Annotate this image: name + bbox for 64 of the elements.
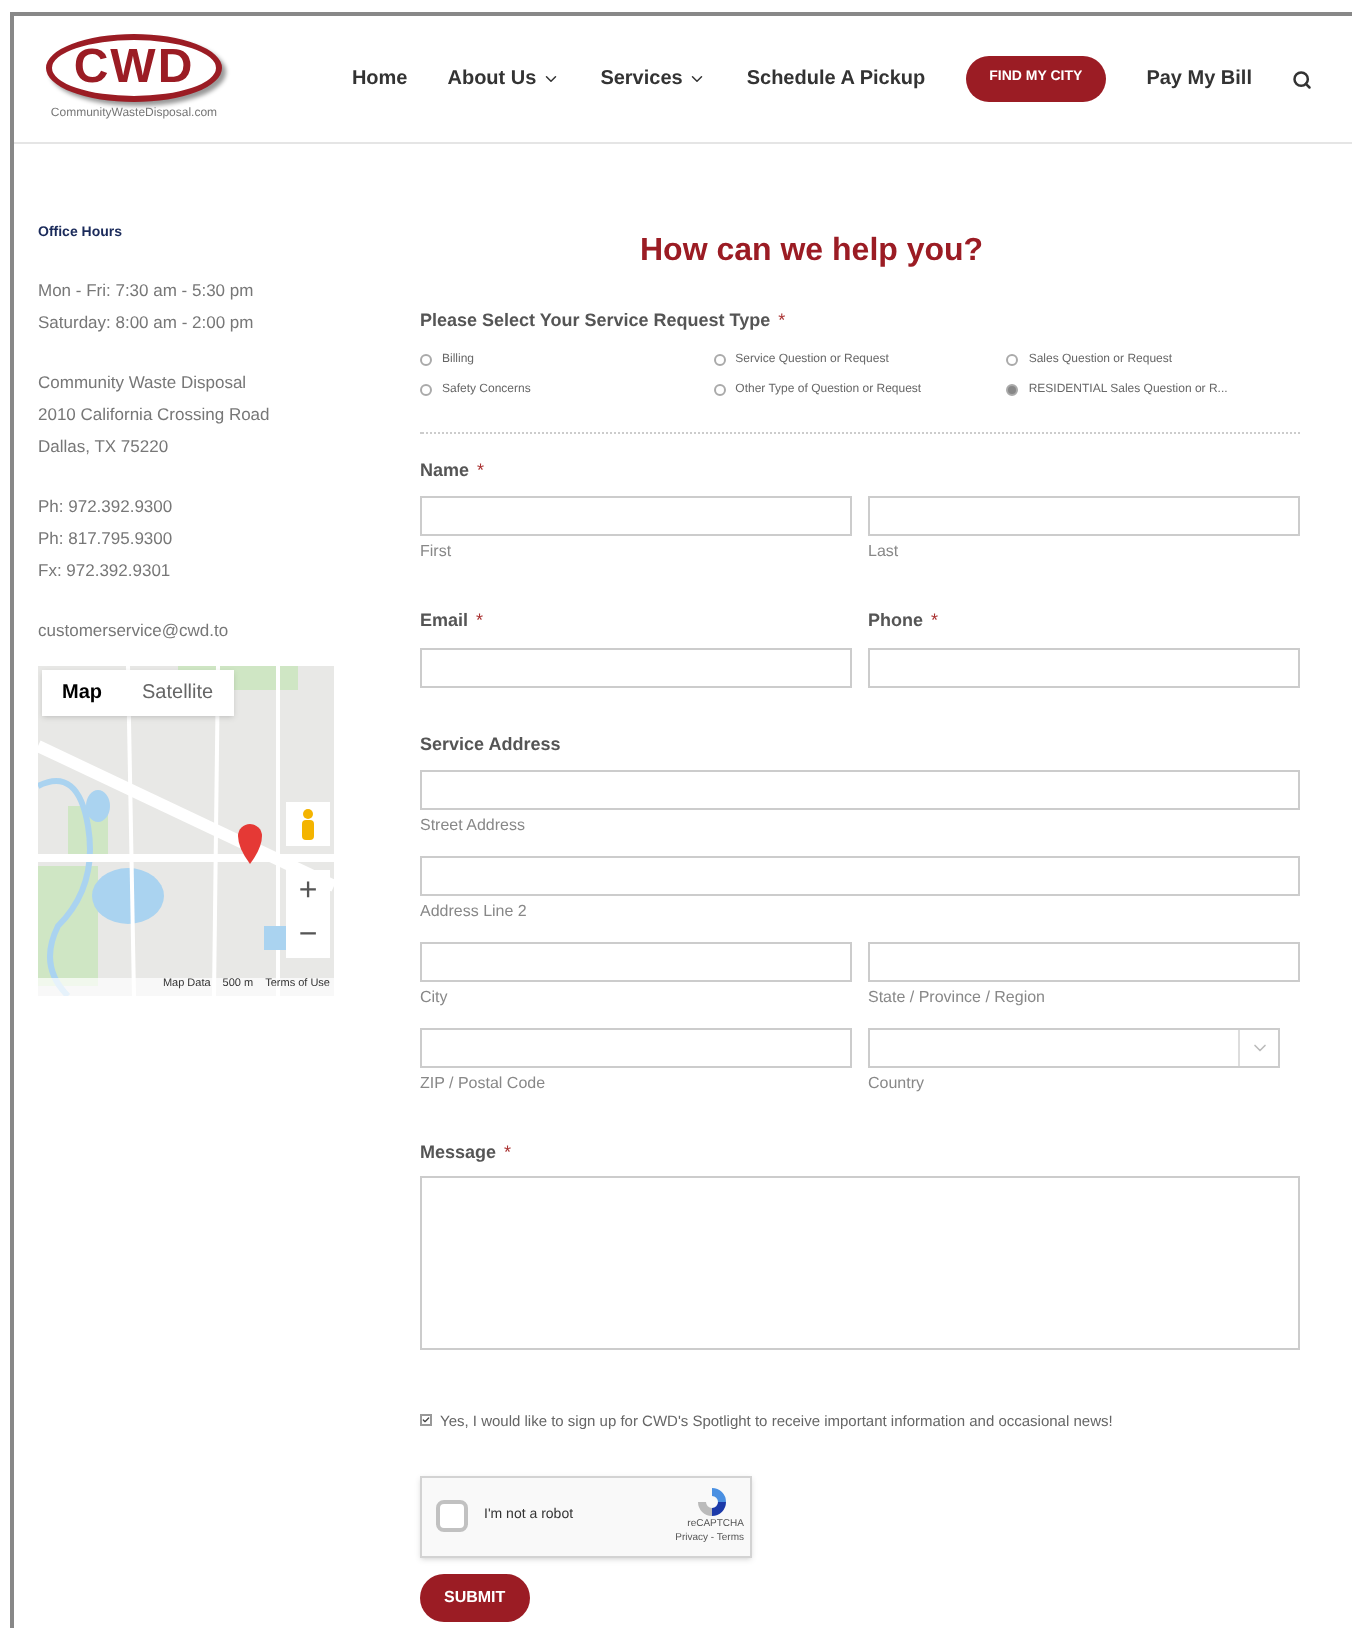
required-mark: * bbox=[778, 308, 786, 334]
required-mark: * bbox=[504, 1140, 512, 1166]
nav-link[interactable]: Schedule A Pickup bbox=[746, 64, 926, 94]
field-caption: Address Line 2 bbox=[420, 900, 529, 924]
search-icon[interactable] bbox=[1292, 69, 1312, 89]
radio-button[interactable] bbox=[420, 354, 432, 366]
radio-button[interactable] bbox=[1006, 354, 1019, 366]
input-field[interactable] bbox=[868, 647, 1300, 687]
contact-info-line: Mon - Fri: 7:30 am - 5:30 pm bbox=[38, 277, 256, 304]
nav-menu[interactable]: About Us bbox=[447, 64, 561, 94]
page-title: How can we help you? bbox=[638, 232, 986, 272]
field-label: Message bbox=[420, 1140, 497, 1166]
submit-button[interactable]: SUBMIT bbox=[420, 1573, 530, 1622]
zoom-button[interactable]: + bbox=[286, 869, 330, 913]
field-caption: Street Address bbox=[420, 814, 527, 838]
checkbox[interactable] bbox=[420, 1414, 432, 1427]
captcha-checkbox[interactable] bbox=[436, 1500, 468, 1533]
map-type-tab[interactable]: Satellite bbox=[122, 669, 234, 715]
required-mark: * bbox=[931, 608, 939, 634]
contact-info-line: Saturday: 8:00 am - 2:00 pm bbox=[38, 309, 256, 336]
required-mark: * bbox=[477, 457, 485, 483]
zoom-button[interactable]: − bbox=[286, 913, 330, 957]
input-field[interactable] bbox=[420, 1028, 852, 1068]
contact-info-line: Ph: 972.392.9300 bbox=[38, 493, 175, 519]
nav-menu[interactable]: Services bbox=[600, 64, 707, 94]
logo[interactable]: CWD bbox=[46, 34, 222, 102]
select-field[interactable] bbox=[868, 1028, 1280, 1068]
input-field[interactable] bbox=[420, 942, 852, 982]
nav-link[interactable]: Home bbox=[351, 64, 408, 94]
required-mark: * bbox=[476, 608, 484, 634]
nav-link[interactable]: Pay My Bill bbox=[1146, 64, 1252, 94]
field-caption: Last bbox=[868, 540, 901, 564]
message-field[interactable] bbox=[420, 1175, 1300, 1349]
chevron-down-icon bbox=[542, 70, 561, 88]
contact-info-line: Community Waste Disposal bbox=[38, 369, 249, 396]
contact-info-line: Ph: 817.795.9300 bbox=[38, 525, 175, 551]
contact-info-line: Fx: 972.392.9301 bbox=[38, 557, 173, 583]
contact-info-line: Dallas, TX 75220 bbox=[38, 433, 171, 459]
input-field[interactable] bbox=[420, 496, 852, 536]
field-label: Service Address bbox=[420, 731, 561, 757]
input-field[interactable] bbox=[868, 942, 1300, 982]
contact-info-line: 2010 California Crossing Road bbox=[38, 401, 272, 428]
radio-button[interactable] bbox=[713, 384, 726, 396]
field-label: Email bbox=[420, 608, 469, 634]
field-caption: ZIP / Postal Code bbox=[420, 1072, 548, 1096]
contact-info-line: customerservice@cwd.to bbox=[38, 617, 231, 643]
radio-button[interactable] bbox=[1006, 384, 1019, 396]
map-type-tab[interactable]: Map bbox=[42, 669, 122, 715]
input-field[interactable] bbox=[420, 770, 1300, 810]
person-icon[interactable] bbox=[298, 807, 318, 839]
input-field[interactable] bbox=[420, 856, 1300, 896]
recaptcha-logo-icon bbox=[696, 1485, 728, 1518]
radio-button[interactable] bbox=[420, 384, 432, 396]
chevron-down-icon bbox=[688, 70, 707, 88]
field-caption: Country bbox=[868, 1072, 927, 1096]
field-caption: City bbox=[420, 986, 450, 1010]
radio-button[interactable] bbox=[713, 354, 726, 366]
input-field[interactable] bbox=[420, 647, 852, 687]
field-label: Please Select Your Service Request Type bbox=[420, 308, 771, 334]
input-field[interactable] bbox=[868, 496, 1300, 536]
field-label: Name bbox=[420, 457, 470, 483]
field-caption: State / Province / Region bbox=[868, 986, 1047, 1010]
field-caption: First bbox=[420, 540, 454, 564]
field-label: Phone bbox=[868, 608, 924, 634]
